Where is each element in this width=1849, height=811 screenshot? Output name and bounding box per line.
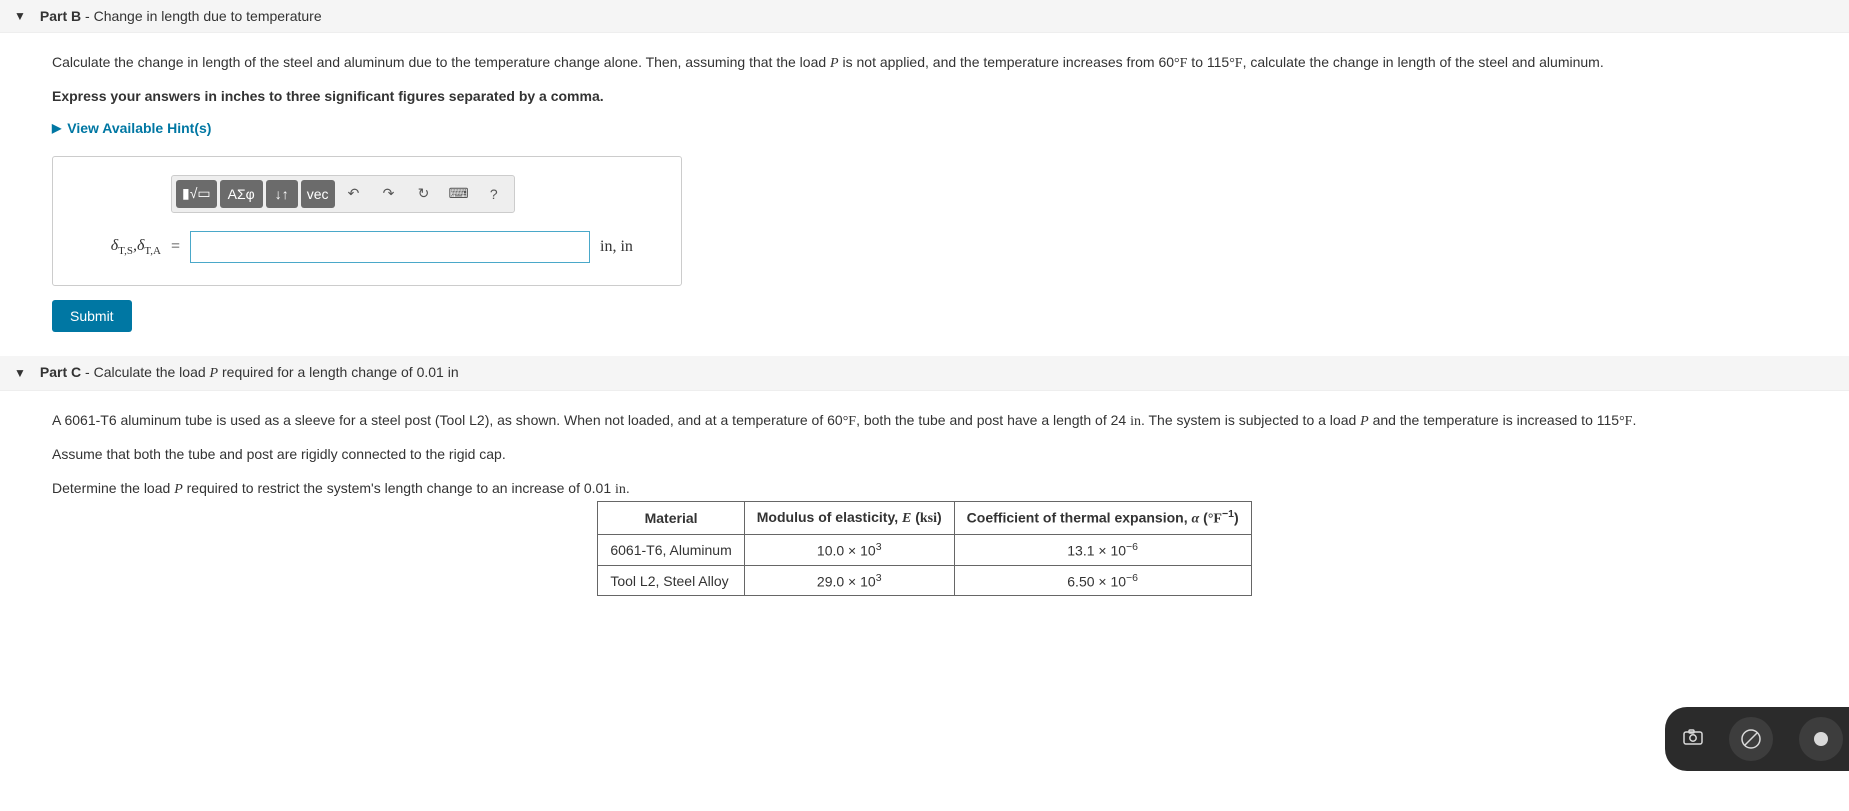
reset-button[interactable]: ↻ (408, 180, 440, 208)
caret-down-icon: ▼ (14, 366, 26, 380)
undo-icon: ↶ (348, 185, 360, 202)
cell-alpha: 13.1 × 10−6 (954, 535, 1251, 566)
templates-icon: ▮√▭ (182, 185, 211, 202)
floating-toolbar (1665, 707, 1849, 771)
col-material: Material (598, 502, 744, 535)
cell-material: Tool L2, Steel Alloy (598, 565, 744, 596)
keyboard-icon: ⌨ (449, 185, 469, 202)
caret-right-icon: ▶ (52, 121, 61, 135)
part-b-body: Calculate the change in length of the st… (0, 33, 1849, 356)
view-hints-link[interactable]: ▶ View Available Hint(s) (52, 120, 211, 136)
part-c-body: A 6061-T6 aluminum tube is used as a sle… (0, 391, 1849, 621)
answer-row: δT,S,δT,A = in, in (73, 231, 661, 263)
reset-icon: ↻ (418, 185, 430, 202)
units-label: in, in (600, 238, 633, 256)
part-b-title: Change in length due to temperature (94, 8, 322, 24)
subscript-button[interactable]: ↓↑ (266, 180, 298, 208)
camera-icon[interactable] (1683, 729, 1703, 750)
part-c-title: Calculate the load P required for a leng… (94, 364, 459, 380)
sort-icon: ↓↑ (275, 186, 289, 202)
part-c-p3: Determine the load P required to restric… (52, 479, 1797, 500)
equals-sign: = (171, 238, 180, 256)
hints-label: View Available Hint(s) (67, 120, 211, 136)
variable-label: δT,S,δT,A (73, 237, 161, 257)
caret-down-icon: ▼ (14, 9, 26, 23)
no-audio-icon[interactable] (1729, 717, 1773, 761)
help-button[interactable]: ? (478, 180, 510, 208)
undo-button[interactable]: ↶ (338, 180, 370, 208)
part-b-express: Express your answers in inches to three … (52, 88, 1797, 104)
cell-alpha: 6.50 × 10−6 (954, 565, 1251, 596)
vec-label: vec (307, 186, 329, 202)
cell-modulus: 29.0 × 103 (744, 565, 954, 596)
redo-button[interactable]: ↷ (373, 180, 405, 208)
table-row: Tool L2, Steel Alloy 29.0 × 103 6.50 × 1… (598, 565, 1251, 596)
table-row: 6061-T6, Aluminum 10.0 × 103 13.1 × 10−6 (598, 535, 1251, 566)
templates-button[interactable]: ▮√▭ (176, 180, 217, 208)
part-c-header[interactable]: ▼ Part C - Calculate the load P required… (0, 356, 1849, 391)
record-icon[interactable] (1799, 717, 1843, 761)
col-modulus: Modulus of elasticity, E (ksi) (744, 502, 954, 535)
part-c-label: Part C (40, 364, 81, 380)
redo-icon: ↷ (383, 185, 395, 202)
col-alpha: Coefficient of thermal expansion, α (°F−… (954, 502, 1251, 535)
part-b-instructions: Calculate the change in length of the st… (52, 53, 1797, 74)
vec-button[interactable]: vec (301, 180, 335, 208)
help-icon: ? (490, 186, 498, 202)
materials-table: Material Modulus of elasticity, E (ksi) … (597, 501, 1251, 596)
part-c-p1: A 6061-T6 aluminum tube is used as a sle… (52, 411, 1797, 432)
cell-material: 6061-T6, Aluminum (598, 535, 744, 566)
part-b-header[interactable]: ▼ Part B - Change in length due to tempe… (0, 0, 1849, 33)
answer-box: ▮√▭ ΑΣφ ↓↑ vec ↶ ↷ ↻ ⌨ ? δT,S,δT,A = in,… (52, 156, 682, 286)
keyboard-button[interactable]: ⌨ (443, 180, 475, 208)
cell-modulus: 10.0 × 103 (744, 535, 954, 566)
part-c-p2: Assume that both the tube and post are r… (52, 445, 1797, 465)
answer-input[interactable] (190, 231, 590, 263)
part-b-label: Part B (40, 8, 81, 24)
greek-button[interactable]: ΑΣφ (220, 180, 263, 208)
submit-button[interactable]: Submit (52, 300, 132, 332)
equation-toolbar: ▮√▭ ΑΣφ ↓↑ vec ↶ ↷ ↻ ⌨ ? (171, 175, 515, 213)
greek-icon: ΑΣφ (228, 186, 255, 202)
table-header-row: Material Modulus of elasticity, E (ksi) … (598, 502, 1251, 535)
